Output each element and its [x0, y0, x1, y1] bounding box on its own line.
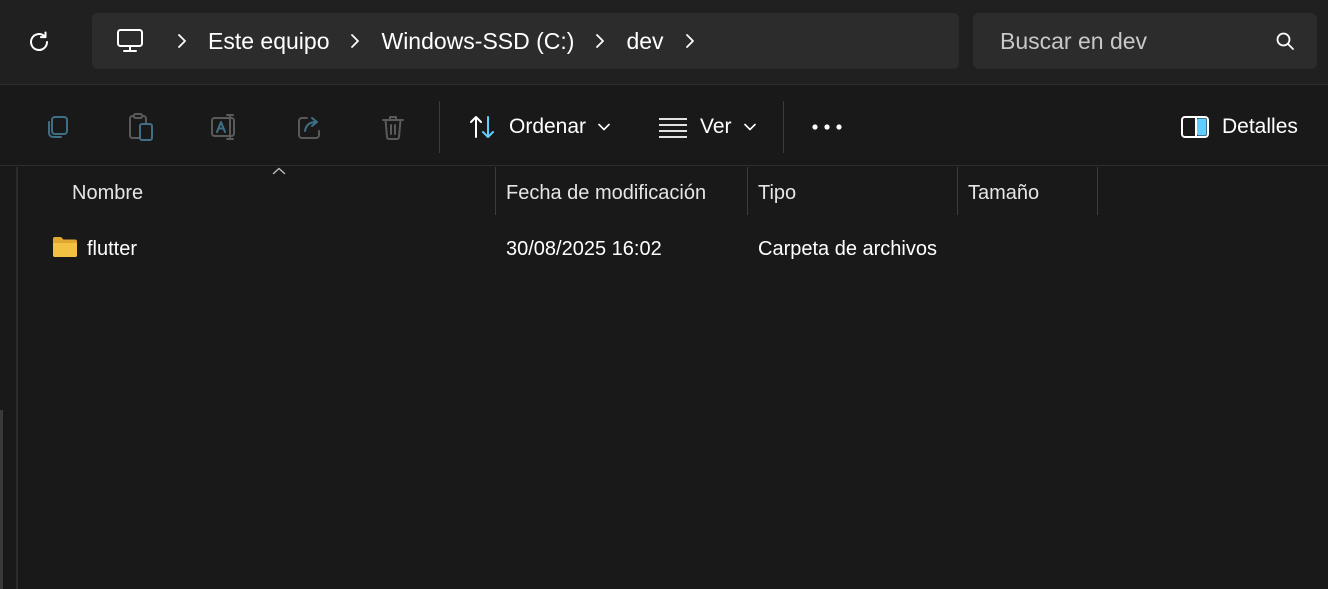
file-explorer-window: Este equipo Windows-SSD (C:) dev Buscar …	[0, 0, 1328, 589]
computer-icon	[117, 29, 143, 52]
chevron-right-icon[interactable]	[676, 13, 704, 69]
nav-pane-border	[16, 167, 18, 589]
breadcrumb-item-dev[interactable]: dev	[614, 13, 675, 69]
file-modified: 30/08/2025 16:02	[506, 238, 662, 260]
refresh-icon	[30, 31, 48, 51]
column-divider[interactable]	[747, 167, 748, 215]
rename-icon	[211, 114, 235, 140]
more-icon	[812, 124, 842, 130]
nav-pane-scrollbar[interactable]	[0, 410, 3, 589]
share-icon	[298, 117, 320, 139]
folder-icon	[53, 237, 77, 257]
toolbar-divider	[783, 101, 784, 153]
share-button[interactable]	[294, 112, 324, 142]
chevron-right-icon[interactable]	[586, 13, 614, 69]
column-header-type[interactable]: Tipo	[758, 167, 796, 215]
breadcrumb-item-windows-ssd[interactable]: Windows-SSD (C:)	[369, 13, 586, 69]
column-divider[interactable]	[957, 167, 958, 215]
rename-button[interactable]	[210, 112, 240, 142]
paste-button[interactable]	[126, 112, 156, 142]
sort-button[interactable]: Ordenar	[467, 105, 610, 149]
view-list-icon	[659, 118, 687, 138]
details-pane-button[interactable]: Detalles	[1180, 105, 1298, 149]
file-name[interactable]: flutter	[87, 225, 137, 273]
chevron-down-icon	[598, 123, 610, 131]
sort-ascending-caret-icon	[272, 167, 286, 175]
address-bar-row: Este equipo Windows-SSD (C:) dev Buscar …	[0, 0, 1328, 84]
sort-icon	[470, 116, 494, 138]
chevron-right-icon[interactable]	[341, 13, 369, 69]
file-row[interactable]: flutter 30/08/2025 16:02 Carpeta de arch…	[30, 225, 1328, 273]
breadcrumb-root[interactable]	[92, 13, 168, 69]
view-button[interactable]: Ver	[658, 105, 756, 149]
delete-button[interactable]	[378, 112, 408, 142]
column-divider[interactable]	[1097, 167, 1098, 215]
details-pane-icon	[1181, 116, 1209, 138]
trash-icon	[382, 116, 404, 140]
copy-button[interactable]	[42, 112, 72, 142]
breadcrumb[interactable]: Este equipo Windows-SSD (C:) dev	[92, 13, 959, 69]
search-icon[interactable]	[1275, 31, 1295, 51]
column-header-modified[interactable]: Fecha de modificación	[506, 167, 706, 215]
sort-label: Ordenar	[509, 115, 587, 138]
column-header-size[interactable]: Tamaño	[968, 167, 1039, 215]
toolbar-divider	[439, 101, 440, 153]
chevron-down-icon	[743, 123, 756, 131]
file-type: Carpeta de archivos	[758, 238, 937, 260]
view-label: Ver	[700, 115, 732, 138]
details-label: Detalles	[1222, 115, 1298, 138]
column-header-name[interactable]: Nombre	[72, 167, 143, 215]
breadcrumb-item-este-equipo[interactable]: Este equipo	[196, 13, 341, 69]
copy-icon	[48, 116, 68, 138]
column-divider[interactable]	[495, 167, 496, 215]
more-options-button[interactable]	[810, 105, 844, 149]
refresh-button[interactable]	[18, 21, 60, 63]
command-bar: Ordenar Ver Detalles	[0, 84, 1328, 166]
paste-icon	[129, 113, 153, 141]
chevron-right-icon[interactable]	[168, 13, 196, 69]
file-list: Nombre Fecha de modificación Tipo Tamaño…	[0, 167, 1328, 589]
search-box[interactable]: Buscar en dev	[973, 13, 1317, 69]
search-input[interactable]: Buscar en dev	[1000, 13, 1147, 69]
